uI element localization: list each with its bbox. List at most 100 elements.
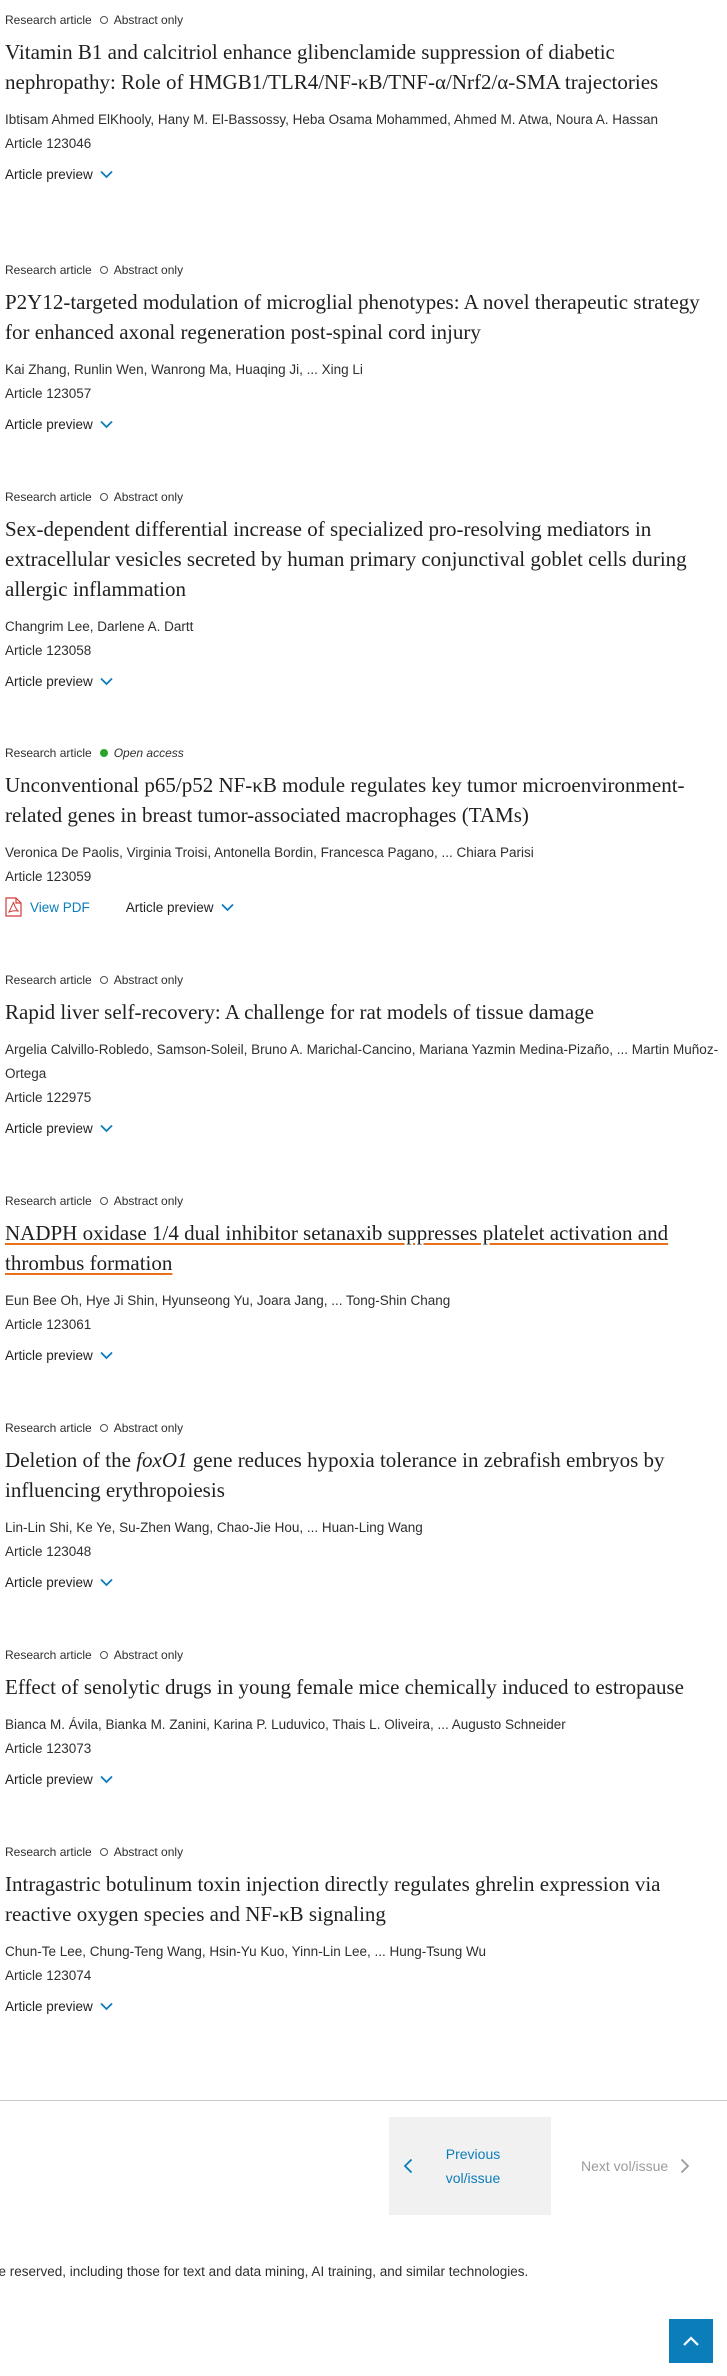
- article-type: Research article: [5, 13, 92, 27]
- article-preview-button[interactable]: Article preview: [5, 417, 113, 432]
- article-meta: Research article Abstract only: [5, 261, 727, 279]
- access-label: Abstract only: [113, 1421, 184, 1435]
- article-type: Research article: [5, 1421, 92, 1435]
- previous-issue-label: Previous vol/issue: [413, 2142, 533, 2190]
- back-to-top-button[interactable]: [669, 2319, 713, 2363]
- view-pdf-link[interactable]: View PDF: [5, 897, 90, 917]
- gene-name: foxO1: [136, 1448, 188, 1472]
- next-issue-label: Next vol/issue: [581, 2158, 669, 2174]
- chevron-down-icon: [100, 1578, 113, 1586]
- article-title[interactable]: Sex-dependent differential increase of s…: [5, 514, 720, 604]
- article-authors: Veronica De Paolis, Virginia Troisi, Ant…: [5, 845, 534, 860]
- access-label: Abstract only: [113, 1194, 184, 1208]
- previous-issue-label-line: vol/issue: [445, 2170, 501, 2186]
- previous-issue-button[interactable]: Previous vol/issue: [389, 2117, 551, 2215]
- article-preview-button[interactable]: Article preview: [5, 674, 113, 689]
- article-authors: Chun-Te Lee, Chung-Teng Wang, Hsin-Yu Ku…: [5, 1944, 487, 1959]
- article-preview-button[interactable]: Article preview: [5, 1999, 113, 2014]
- access-dot-icon: [99, 1848, 108, 1856]
- article-number: Article 123058: [5, 643, 92, 658]
- next-issue-button: Next vol/issue: [551, 2117, 690, 2215]
- article-type: Research article: [5, 263, 92, 277]
- article-title[interactable]: Deletion of the foxO1 gene reduces hypox…: [5, 1445, 720, 1505]
- section-divider: [0, 2100, 727, 2101]
- chevron-down-icon: [100, 170, 113, 178]
- article-number: Article 123048: [5, 1544, 92, 1559]
- access-label: Abstract only: [113, 1845, 184, 1859]
- article-meta: Research article Abstract only: [5, 971, 727, 989]
- article-preview-label: Article preview: [5, 166, 93, 182]
- article-preview-button[interactable]: Article preview: [126, 900, 234, 915]
- article-number: Article 123059: [5, 869, 92, 884]
- arrow-up-icon: [683, 2336, 699, 2346]
- article-number: Article 123074: [5, 1968, 92, 1983]
- article-item: Research article Abstract only Effect of …: [5, 1646, 727, 1790]
- article-number: Article 122975: [5, 1090, 92, 1105]
- article-title-text: Deletion of the: [5, 1448, 137, 1472]
- chevron-down-icon: [100, 2002, 113, 2010]
- access-dot-icon: [99, 1651, 108, 1659]
- article-preview-label: Article preview: [5, 1347, 93, 1363]
- article-title[interactable]: NADPH oxidase 1/4 dual inhibitor setanax…: [5, 1218, 720, 1278]
- article-authors: Kai Zhang, Runlin Wen, Wanrong Ma, Huaqi…: [5, 362, 363, 377]
- article-type: Research article: [5, 746, 92, 760]
- article-type: Research article: [5, 973, 92, 987]
- article-item: Research article Abstract only NADPH oxid…: [5, 1192, 727, 1366]
- pdf-icon: [5, 897, 22, 917]
- chevron-down-icon: [100, 1124, 113, 1132]
- article-preview-label: Article preview: [5, 416, 93, 432]
- access-label: Abstract only: [113, 13, 184, 27]
- article-item: Research article Abstract only Deletion o…: [5, 1419, 727, 1593]
- article-title[interactable]: Vitamin B1 and calcitriol enhance gliben…: [5, 37, 720, 97]
- access-label: Open access: [113, 746, 184, 760]
- article-preview-button[interactable]: Article preview: [5, 1348, 113, 1363]
- article-authors: Bianca M. Ávila, Bianka M. Zanini, Karin…: [5, 1717, 566, 1732]
- chevron-down-icon: [100, 677, 113, 685]
- article-meta: Research article Abstract only: [5, 1843, 727, 1861]
- article-number: Article 123061: [5, 1317, 92, 1332]
- article-meta: Research article Open access: [5, 744, 727, 762]
- article-preview-label: Article preview: [5, 1771, 93, 1787]
- view-pdf-label: View PDF: [30, 899, 90, 915]
- article-title[interactable]: Effect of senolytic drugs in young femal…: [5, 1672, 720, 1702]
- footer-copyright: re reserved, including those for text an…: [0, 2264, 529, 2279]
- article-item: Research article Abstract only Sex-depend…: [5, 488, 727, 692]
- article-type: Research article: [5, 1648, 92, 1662]
- article-authors: Lin-Lin Shi, Ke Ye, Su-Zhen Wang, Chao-J…: [5, 1520, 423, 1535]
- article-preview-button[interactable]: Article preview: [5, 1121, 113, 1136]
- article-type: Research article: [5, 1845, 92, 1859]
- previous-issue-label-line: Previous: [445, 2146, 501, 2162]
- access-dot-icon: [99, 493, 108, 501]
- article-preview-label: Article preview: [5, 673, 93, 689]
- chevron-down-icon: [100, 1775, 113, 1783]
- article-authors: Eun Bee Oh, Hye Ji Shin, Hyunseong Yu, J…: [5, 1293, 451, 1308]
- access-dot-icon: [99, 266, 108, 274]
- access-dot-icon: [99, 1197, 108, 1205]
- article-meta: Research article Abstract only: [5, 1419, 727, 1437]
- access-dot-icon: [99, 16, 108, 24]
- article-number: Article 123073: [5, 1741, 92, 1756]
- article-authors: Argelia Calvillo-Robledo, Samson-Soleil,…: [5, 1042, 719, 1081]
- article-item: Research article Abstract only Rapid live…: [5, 971, 727, 1139]
- article-preview-button[interactable]: Article preview: [5, 1772, 113, 1787]
- chevron-left-icon: [403, 2158, 413, 2174]
- article-preview-label: Article preview: [5, 1574, 93, 1590]
- chevron-down-icon: [100, 1351, 113, 1359]
- article-meta: Research article Abstract only: [5, 1646, 727, 1664]
- article-title[interactable]: P2Y12-targeted modulation of microglial …: [5, 287, 720, 347]
- access-dot-icon: [99, 1424, 108, 1432]
- access-dot-icon: [99, 976, 108, 984]
- article-title[interactable]: Intragastric botulinum toxin injection d…: [5, 1869, 720, 1929]
- article-preview-label: Article preview: [125, 899, 214, 915]
- article-type: Research article: [5, 1194, 92, 1208]
- chevron-down-icon: [220, 903, 234, 911]
- article-item: Research article Abstract only Intragastr…: [5, 1843, 727, 2017]
- chevron-right-icon: [681, 2158, 690, 2174]
- article-preview-button[interactable]: Article preview: [5, 1575, 113, 1590]
- article-title[interactable]: Unconventional p65/p52 NF-κB module regu…: [5, 770, 720, 830]
- article-title[interactable]: Rapid liver self-recovery: A challenge f…: [5, 997, 720, 1027]
- article-preview-button[interactable]: Article preview: [5, 167, 113, 182]
- access-label: Abstract only: [113, 490, 184, 504]
- access-label: Abstract only: [113, 973, 184, 987]
- access-label: Abstract only: [113, 1648, 184, 1662]
